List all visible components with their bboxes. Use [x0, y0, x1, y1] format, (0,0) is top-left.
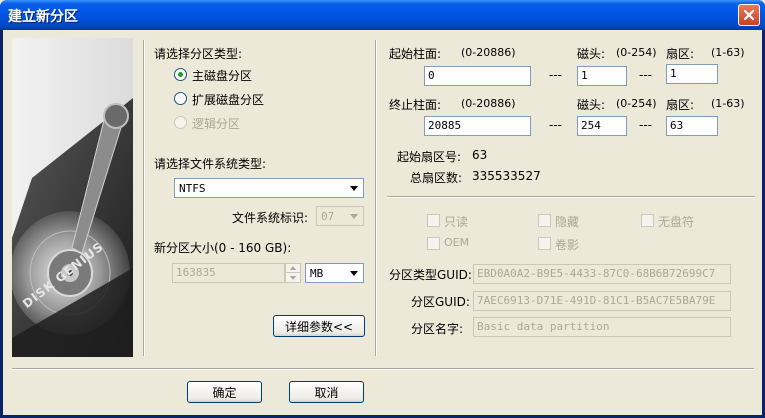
dialog-client-area: DISK GENIUS 请选择分区类型: 主磁盘分区 扩展磁盘分区 逻辑分区 请…	[3, 30, 762, 415]
start-cylinder-range: (0-20886)	[461, 46, 516, 59]
title-bar[interactable]: 建立新分区	[0, 0, 765, 30]
end-head-range: (0-254)	[616, 97, 657, 110]
start-sector-input[interactable]: 1	[666, 64, 718, 84]
total-sectors-value: 335533527	[472, 169, 541, 183]
checkbox-no-drive-letter	[641, 214, 654, 227]
end-dash-1: ---	[549, 118, 562, 132]
end-head-input[interactable]: 254	[577, 116, 627, 136]
dialog-window: 建立新分区 DISK GENIUS 请选择分区类型: 主磁盘分区 扩展磁盘分区 …	[0, 0, 765, 418]
partition-name-label: 分区名字:	[411, 322, 464, 336]
total-sectors-label: 总扇区数:	[410, 171, 463, 185]
filesystem-id-select: 07	[316, 206, 364, 226]
disk-genius-illustration: DISK GENIUS	[12, 38, 133, 357]
checkbox-readonly-label: 只读	[444, 215, 469, 229]
radio-primary[interactable]	[174, 68, 187, 81]
window-title: 建立新分区	[8, 9, 78, 25]
radio-logical	[174, 116, 187, 129]
type-guid-input: EBD0A0A2-B9E5-4433-87C0-68B6B72699C7	[473, 264, 731, 284]
details-toggle-button[interactable]: 详细参数<<	[273, 315, 365, 337]
stepper-up-icon[interactable]	[286, 264, 300, 273]
checkbox-hidden-label: 隐藏	[555, 215, 580, 229]
chevron-down-icon[interactable]	[346, 265, 362, 281]
start-dash-1: ---	[549, 68, 562, 82]
checkbox-readonly	[427, 214, 440, 227]
start-head-range: (0-254)	[616, 46, 657, 59]
start-dash-2: ---	[639, 68, 652, 82]
end-sector-input[interactable]: 63	[666, 116, 718, 136]
close-button[interactable]	[738, 4, 760, 26]
partition-name-input: Basic data partition	[473, 317, 731, 337]
chevron-down-icon[interactable]	[346, 180, 362, 196]
partition-guid-input: 7AEC6913-D71E-491D-81C1-B5AC7E5BA79E	[473, 291, 731, 311]
start-cylinder-label: 起始柱面:	[389, 47, 442, 61]
separator-bottom	[12, 368, 754, 370]
separator-left	[143, 40, 145, 356]
end-cylinder-input[interactable]: 20885	[424, 116, 531, 136]
filesystem-label: 请选择文件系统类型:	[154, 157, 267, 171]
size-unit-select[interactable]: MB	[305, 263, 364, 283]
start-lba-value: 63	[472, 148, 488, 162]
start-sector-range: (1-63)	[711, 46, 745, 59]
filesystem-id-label: 文件系统标识:	[232, 211, 309, 225]
end-dash-2: ---	[639, 118, 652, 132]
checkbox-no-drive-letter-label: 无盘符	[658, 215, 695, 229]
filesystem-id-value: 07	[321, 210, 335, 223]
start-head-label: 磁头:	[577, 47, 606, 61]
filesystem-value: NTFS	[179, 182, 206, 195]
radio-primary-label[interactable]: 主磁盘分区	[192, 67, 252, 84]
checkbox-shadow	[538, 237, 551, 250]
end-cylinder-range: (0-20886)	[461, 97, 516, 110]
start-sector-label: 扇区:	[666, 47, 695, 61]
separator-middle	[375, 40, 377, 356]
partition-type-label: 请选择分区类型:	[154, 47, 243, 61]
radio-extended[interactable]	[174, 92, 187, 105]
partition-guid-label: 分区GUID:	[411, 295, 470, 309]
separator-right-panel	[387, 196, 755, 198]
end-head-label: 磁头:	[577, 98, 606, 112]
end-cylinder-label: 终止柱面:	[389, 98, 442, 112]
end-sector-label: 扇区:	[666, 98, 695, 112]
filesystem-select[interactable]: NTFS	[174, 178, 364, 198]
cancel-button[interactable]: 取消	[289, 381, 364, 403]
radio-extended-label[interactable]: 扩展磁盘分区	[192, 91, 264, 108]
partition-size-label: 新分区大小(0 - 160 GB):	[154, 241, 292, 255]
checkbox-hidden	[538, 214, 551, 227]
checkbox-shadow-label: 卷影	[555, 238, 580, 252]
checkbox-oem-label: OEM	[444, 236, 470, 249]
size-unit-value: MB	[310, 267, 324, 280]
partition-size-input[interactable]: 163835	[172, 263, 285, 283]
type-guid-label: 分区类型GUID:	[389, 268, 472, 282]
radio-logical-label: 逻辑分区	[192, 117, 241, 131]
start-lba-label: 起始扇区号:	[397, 150, 462, 164]
checkbox-oem	[427, 237, 440, 250]
start-cylinder-input[interactable]: 0	[424, 66, 531, 86]
start-head-input[interactable]: 1	[577, 66, 627, 86]
close-icon	[743, 9, 755, 21]
chevron-down-icon	[346, 208, 362, 224]
ok-button[interactable]: 确定	[187, 381, 262, 403]
stepper-down-icon[interactable]	[286, 273, 300, 282]
end-sector-range: (1-63)	[711, 97, 745, 110]
size-stepper[interactable]	[285, 263, 301, 283]
